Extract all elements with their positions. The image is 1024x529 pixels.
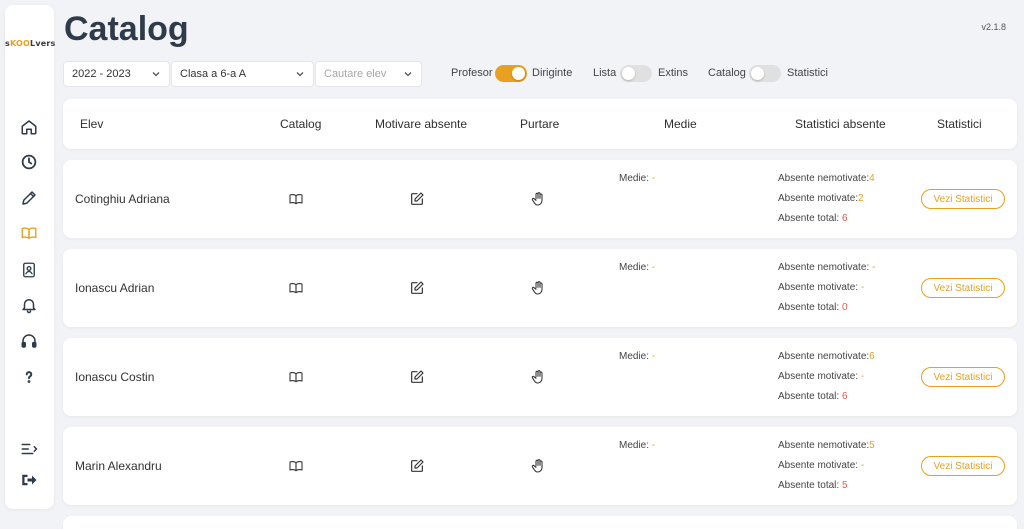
- menu-collapse-icon[interactable]: [17, 437, 41, 461]
- motivare-edit-icon[interactable]: [409, 369, 425, 385]
- purtare-hand-icon[interactable]: [530, 369, 546, 385]
- book-icon[interactable]: [17, 221, 41, 245]
- absente-total: Absente total: 5: [778, 480, 848, 491]
- catalog-book-icon[interactable]: [288, 191, 304, 207]
- col-elev: Elev: [80, 117, 104, 131]
- chevron-down-icon: [152, 72, 160, 77]
- absente-nemotivate: Absente nemotivate:6: [778, 351, 875, 362]
- absente-motivate: Absente motivate: -: [778, 460, 865, 471]
- vezi-statistici-button[interactable]: Vezi Statistici: [921, 456, 1005, 476]
- home-icon[interactable]: [17, 115, 41, 139]
- toggle-knob: [622, 67, 635, 80]
- motivare-edit-icon[interactable]: [409, 458, 425, 474]
- toggle-knob: [751, 67, 764, 80]
- absente-motivate: Absente motivate: -: [778, 371, 865, 382]
- bell-icon[interactable]: [17, 293, 41, 317]
- catalog-book-icon[interactable]: [288, 280, 304, 296]
- toggle-statistici-label: Statistici: [787, 67, 828, 79]
- toggle-catalog-label: Catalog: [708, 67, 746, 79]
- col-statistici-absente: Statistici absente: [795, 117, 886, 131]
- clock-icon[interactable]: [17, 150, 41, 174]
- col-motivare-absente: Motivare absente: [375, 117, 468, 131]
- toggle-profesor-label: Profesor: [451, 67, 493, 79]
- class-select-value: Clasa a 6-a A: [180, 68, 247, 80]
- absente-total: Absente total: 6: [778, 391, 848, 402]
- vezi-statistici-button[interactable]: Vezi Statistici: [921, 278, 1005, 298]
- table-row: [63, 516, 1017, 529]
- app-version: v2.1.8: [981, 22, 1006, 32]
- catalog-book-icon[interactable]: [288, 458, 304, 474]
- absente-nemotivate: Absente nemotivate:5: [778, 440, 875, 451]
- class-select[interactable]: Clasa a 6-a A: [171, 61, 314, 87]
- headset-icon[interactable]: [17, 329, 41, 353]
- vezi-statistici-button[interactable]: Vezi Statistici: [921, 367, 1005, 387]
- table-row: Ionascu Adrian Medie: - Absente nemotiva…: [63, 249, 1017, 327]
- absente-total: Absente total: 6: [778, 213, 848, 224]
- year-select[interactable]: 2022 - 2023: [63, 61, 170, 87]
- table-row: Marin Alexandru Medie: - Absente nemotiv…: [63, 427, 1017, 505]
- student-name: Cotinghiu Adriana: [75, 192, 170, 206]
- toggle-knob: [512, 67, 525, 80]
- medie-value: Medie: -: [619, 351, 656, 362]
- student-search-placeholder: Cautare elev: [324, 68, 387, 80]
- catalog-book-icon[interactable]: [288, 369, 304, 385]
- motivare-edit-icon[interactable]: [409, 191, 425, 207]
- absente-motivate: Absente motivate: -: [778, 282, 865, 293]
- table-row: Ionascu Costin Medie: - Absente nemotiva…: [63, 338, 1017, 416]
- medie-value: Medie: -: [619, 262, 656, 273]
- catalog-statistici-toggle[interactable]: [749, 65, 781, 82]
- col-medie: Medie: [664, 117, 697, 131]
- student-search-select[interactable]: Cautare elev: [315, 61, 422, 87]
- vezi-statistici-button[interactable]: Vezi Statistici: [921, 189, 1005, 209]
- absente-nemotivate: Absente nemotivate: -: [778, 262, 876, 273]
- medie-value: Medie: -: [619, 173, 656, 184]
- col-catalog: Catalog: [280, 117, 322, 131]
- report-icon[interactable]: [17, 258, 41, 282]
- purtare-hand-icon[interactable]: [530, 280, 546, 296]
- app-logo[interactable]: sKOOLvers: [5, 39, 55, 48]
- toggle-extins-label: Extins: [658, 67, 688, 79]
- purtare-hand-icon[interactable]: [530, 458, 546, 474]
- absente-motivate: Absente motivate:2: [778, 193, 864, 204]
- absente-nemotivate: Absente nemotivate:4: [778, 173, 875, 184]
- lista-extins-toggle[interactable]: [620, 65, 652, 82]
- purtare-hand-icon[interactable]: [530, 191, 546, 207]
- page-title: Catalog: [64, 10, 189, 48]
- col-statistici: Statistici: [937, 117, 982, 131]
- toggle-diriginte-label: Diriginte: [532, 67, 573, 79]
- sidebar: sKOOLvers: [5, 5, 55, 509]
- logout-icon[interactable]: [17, 468, 41, 492]
- toggle-lista-label: Lista: [593, 67, 617, 79]
- year-select-value: 2022 - 2023: [72, 68, 131, 80]
- table-header: Elev Catalog Motivare absente Purtare Me…: [63, 99, 1017, 149]
- student-name: Ionascu Adrian: [75, 281, 155, 295]
- absente-total: Absente total: 0: [778, 302, 848, 313]
- medie-value: Medie: -: [619, 440, 656, 451]
- student-name: Ionascu Costin: [75, 370, 155, 384]
- student-name: Marin Alexandru: [75, 459, 162, 473]
- chevron-down-icon: [404, 72, 412, 77]
- chevron-down-icon: [296, 72, 304, 77]
- table-row: Cotinghiu Adriana Medie: - Absente nemot…: [63, 160, 1017, 238]
- col-purtare: Purtare: [520, 117, 560, 131]
- profesor-diriginte-toggle[interactable]: [495, 65, 527, 82]
- motivare-edit-icon[interactable]: [409, 280, 425, 296]
- pencil-icon[interactable]: [17, 186, 41, 210]
- help-icon[interactable]: [17, 365, 41, 389]
